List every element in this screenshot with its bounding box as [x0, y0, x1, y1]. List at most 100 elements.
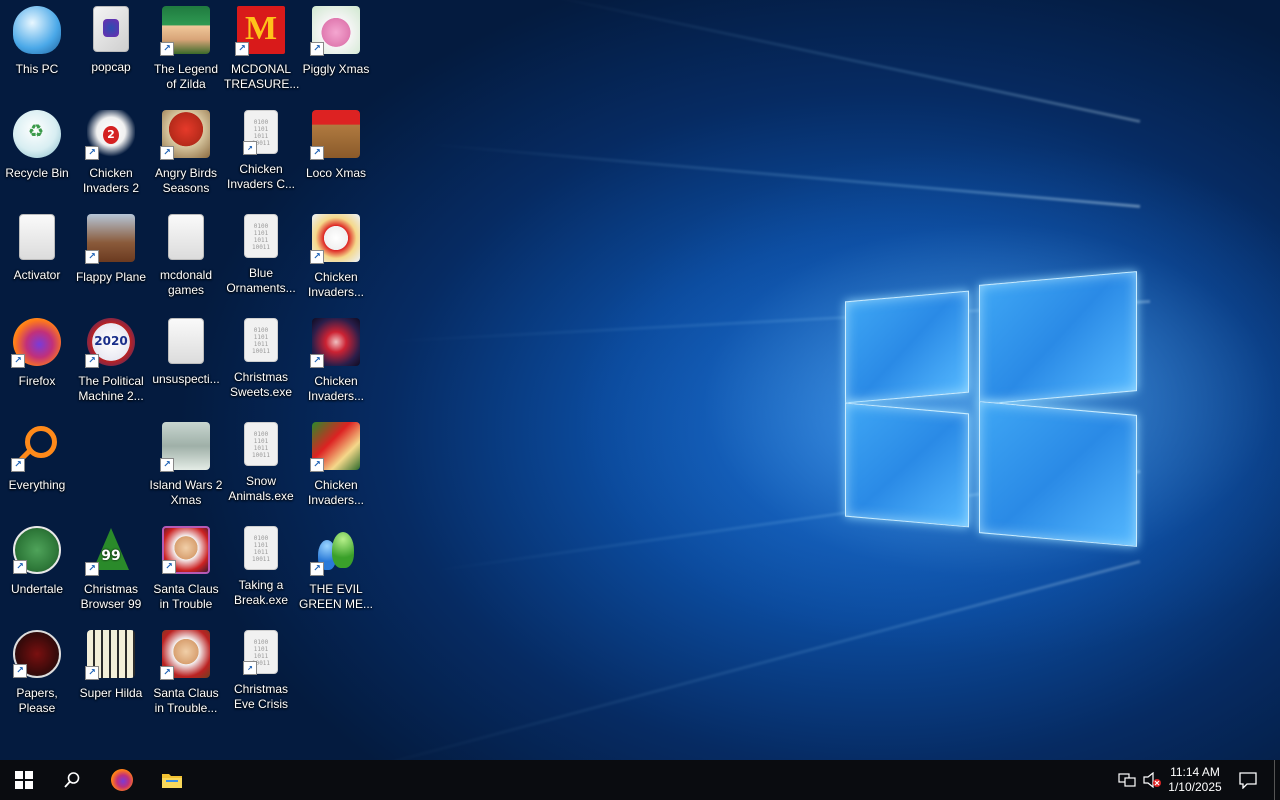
desktop-icon-mcdonal-treasure[interactable]: M ↗ MCDONAL TREASURE... [224, 6, 299, 92]
desktop-icon-chicken-invaders-c2[interactable]: ↗ Chicken Invaders... [299, 422, 373, 508]
show-desktop-button[interactable] [1274, 760, 1280, 800]
network-icon [1118, 773, 1136, 787]
desktop-icon-christmas-sweets[interactable]: 0100 1101 1011 10011 Christmas Sweets.ex… [224, 318, 298, 400]
popcap-folder-icon [93, 6, 129, 52]
shortcut-arrow-icon: ↗ [310, 42, 324, 56]
file-explorer-icon [162, 774, 182, 788]
icon-label: Recycle Bin [5, 166, 69, 180]
desktop-icon-chicken-invaders-2[interactable]: 2 ↗ Chicken Invaders 2 [74, 110, 148, 196]
binary-file-icon: 0100 1101 1011 10011 [244, 526, 278, 570]
desktop-icon-christmas-eve-crisis[interactable]: 0100 1101 1011 10011 ↗ Christmas Eve Cri… [224, 630, 298, 712]
icon-label: Flappy Plane [75, 270, 147, 284]
island-wars-icon: ↗ [160, 422, 210, 472]
shortcut-arrow-icon: ↗ [310, 354, 324, 368]
icon-label: Undertale [10, 582, 64, 596]
binary-glyph: 0100 1101 1011 10011 [251, 431, 271, 459]
this-pc-icon [13, 6, 61, 54]
action-center-icon [1239, 772, 1257, 789]
icon-label: Chicken Invaders... [307, 478, 365, 507]
super-hilda-icon: ↗ [85, 630, 135, 680]
binary-file-icon: 0100 1101 1011 10011 [244, 422, 278, 466]
desktop-icon-loco-xmas[interactable]: ↗ Loco Xmas [299, 110, 373, 181]
light-ray [533, 0, 1141, 123]
desktop-icon-evil-green-me[interactable]: ↗ THE EVIL GREEN ME... [299, 526, 373, 612]
icon-label: Super Hilda [79, 686, 143, 700]
icon-label: Piggly Xmas [302, 62, 370, 76]
start-button[interactable] [0, 760, 48, 800]
taskbar-firefox-button[interactable] [98, 760, 146, 800]
desktop-icon-flappy-plane[interactable]: ↗ Flappy Plane [74, 214, 148, 285]
desktop-icon-recycle-bin[interactable]: ♻ Recycle Bin [0, 110, 74, 181]
icon-label: popcap [91, 60, 131, 74]
mcdonalds-icon: M ↗ [235, 6, 285, 56]
piggly-xmas-icon: ↗ [310, 6, 360, 56]
shortcut-arrow-icon: ↗ [85, 146, 99, 160]
desktop-icon-christmas-browser-99[interactable]: 99 ↗ Christmas Browser 99 [74, 526, 148, 612]
desktop-icon-blue-ornaments[interactable]: 0100 1101 1011 10011 Blue Ornaments... [224, 214, 298, 296]
desktop-icon-everything[interactable]: ↗ Everything [0, 422, 74, 493]
windows-start-icon [15, 771, 33, 789]
shortcut-arrow-icon: ↗ [85, 250, 99, 264]
shortcut-arrow-icon: ↗ [160, 42, 174, 56]
desktop-icon-this-pc[interactable]: This PC [0, 6, 74, 77]
desktop-icon-popcap[interactable]: popcap [74, 6, 148, 75]
desktop-icon-chicken-invaders-c[interactable]: 0100 1101 1011 10011 ↗ Chicken Invaders … [224, 110, 298, 192]
volume-tray-icon[interactable] [1140, 760, 1164, 800]
political-machine-badge: 2020 [94, 334, 128, 348]
search-icon [64, 772, 80, 788]
desktop-icon-firefox[interactable]: ↗ Firefox [0, 318, 74, 389]
desktop-icon-santa-claus-in-trouble[interactable]: ↗ Santa Claus in Trouble [149, 526, 223, 612]
desktop-icon-santa-claus-in-trouble-2[interactable]: ↗ Santa Claus in Trouble... [149, 630, 223, 716]
icon-label: Chicken Invaders 2 [82, 166, 140, 195]
icon-label: Chicken Invaders... [307, 374, 365, 403]
desktop-wallpaper[interactable]: This PC ♻ Recycle Bin Activator ↗ Firefo… [0, 0, 1280, 760]
folder-icon [168, 318, 204, 364]
taskbar-file-explorer-button[interactable] [148, 760, 196, 800]
desktop-icon-undertale[interactable]: ↗ Undertale [0, 526, 74, 597]
shortcut-arrow-icon: ↗ [11, 458, 25, 472]
icon-label: This PC [15, 62, 59, 76]
desktop-icon-papers-please[interactable]: ↗ Papers, Please [0, 630, 74, 716]
shortcut-arrow-icon: ↗ [160, 146, 174, 160]
desktop-icon-taking-a-break[interactable]: 0100 1101 1011 10011 Taking a Break.exe [224, 526, 298, 608]
binary-file-icon: 0100 1101 1011 10011 [244, 318, 278, 362]
political-machine-icon: 2020 ↗ [85, 318, 135, 368]
desktop-icon-unsuspecting[interactable]: unsuspecti... [149, 318, 223, 387]
desktop-icon-chicken-invaders-b[interactable]: ↗ Chicken Invaders... [299, 318, 373, 404]
icon-label: Everything [8, 478, 66, 492]
notifications-button[interactable] [1232, 760, 1264, 800]
clock[interactable]: 11:14 AM 1/10/2025 [1166, 760, 1224, 800]
shortcut-arrow-icon: ↗ [243, 661, 257, 675]
desktop-icon-political-machine[interactable]: 2020 ↗ The Political Machine 2... [74, 318, 148, 404]
icon-label: THE EVIL GREEN ME... [299, 582, 374, 611]
shortcut-arrow-icon: ↗ [160, 666, 174, 680]
binary-file-icon: 0100 1101 1011 10011 ↗ [243, 630, 278, 675]
christmas-tree-icon: 99 ↗ [85, 526, 135, 576]
light-ray [422, 142, 1141, 208]
desktop-icon-super-hilda[interactable]: ↗ Super Hilda [74, 630, 148, 701]
taskbar: 11:14 AM 1/10/2025 [0, 760, 1280, 800]
desktop-icon-legend-of-zilda[interactable]: ↗ The Legend of Zilda [149, 6, 223, 92]
shortcut-arrow-icon: ↗ [85, 666, 99, 680]
light-ray [328, 560, 1141, 760]
desktop-icon-angry-birds-seasons[interactable]: ↗ Angry Birds Seasons [149, 110, 223, 196]
desktop-icon-chicken-invaders-a[interactable]: ↗ Chicken Invaders... [299, 214, 373, 300]
desktop-icon-mcdonald-games[interactable]: mcdonald games [149, 214, 223, 298]
shortcut-arrow-icon: ↗ [13, 664, 27, 678]
legend-of-zilda-icon: ↗ [160, 6, 210, 56]
network-tray-icon[interactable] [1114, 760, 1140, 800]
chicken-invaders-icon: ↗ [310, 318, 360, 368]
desktop-icon-piggly-xmas[interactable]: ↗ Piggly Xmas [299, 6, 373, 77]
angry-birds-icon: ↗ [160, 110, 210, 160]
volume-muted-icon [1143, 772, 1161, 788]
icon-label: Christmas Eve Crisis [233, 682, 288, 711]
search-button[interactable] [48, 760, 96, 800]
recycle-bin-icon: ♻ [13, 110, 61, 158]
desktop-icon-island-wars-2[interactable]: ↗ Island Wars 2 Xmas [149, 422, 223, 508]
santa-claus-icon: ↗ [162, 526, 210, 574]
windows-logo [845, 258, 1137, 548]
icon-label: Snow Animals.exe [228, 474, 294, 503]
icon-label: Chicken Invaders... [307, 270, 365, 299]
desktop-icon-activator[interactable]: Activator [0, 214, 74, 283]
desktop-icon-snow-animals[interactable]: 0100 1101 1011 10011 Snow Animals.exe [224, 422, 298, 504]
